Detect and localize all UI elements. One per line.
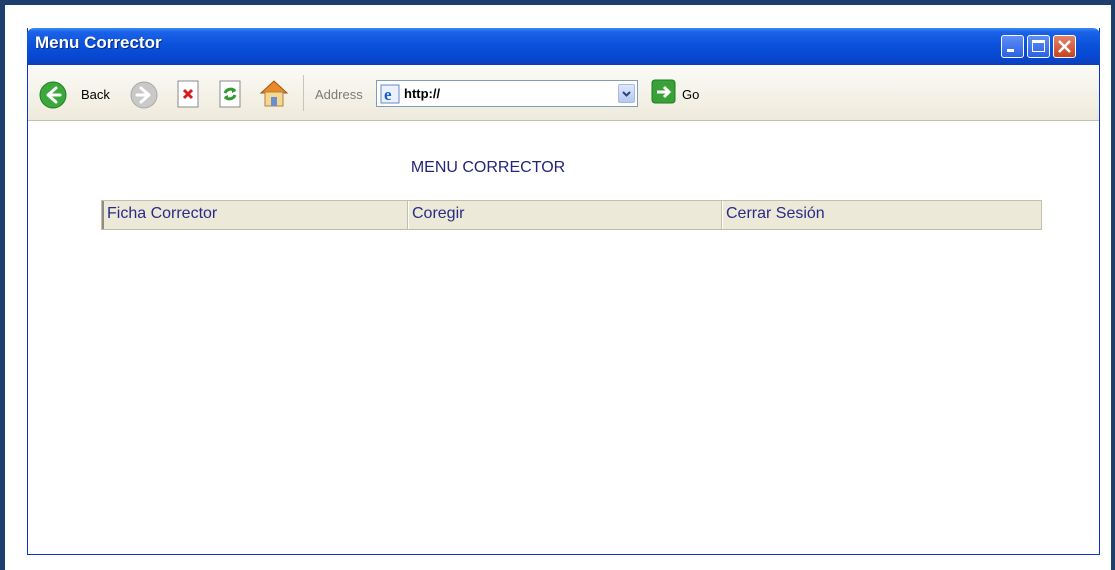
menu-bar: Ficha Corrector Coregir Cerrar Sesión [101,200,1042,230]
menu-item-cerrar-sesion[interactable]: Cerrar Sesión [722,201,1041,229]
svg-text:e: e [384,85,392,104]
window-title: Menu Corrector [35,33,162,52]
ie-page-icon: e [380,84,400,104]
address-label: Address [315,87,363,102]
address-dropdown-button[interactable] [618,84,635,103]
address-input[interactable]: e http:// [376,80,638,107]
close-icon [1058,40,1071,53]
go-arrow-icon[interactable] [651,79,677,105]
close-button[interactable] [1053,35,1076,58]
go-label[interactable]: Go [682,87,699,102]
minimize-icon [1007,49,1014,52]
home-icon[interactable] [257,76,291,110]
browser-window: Menu Corrector Back Address e http:// Go… [27,28,1100,555]
browser-toolbar: Back Address e http:// Go [28,65,1099,121]
maximize-button[interactable] [1027,35,1050,58]
menu-item-coregir[interactable]: Coregir [408,201,722,229]
address-value: http:// [404,86,441,101]
back-label[interactable]: Back [81,87,110,102]
maximize-icon [1032,40,1045,52]
minimize-button[interactable] [1001,35,1024,58]
toolbar-separator [303,75,304,111]
page-heading: MENU CORRECTOR [410,159,566,176]
stop-icon[interactable] [175,79,203,109]
menu-item-ficha-corrector[interactable]: Ficha Corrector [102,201,408,229]
page-content: MENU CORRECTOR Ficha Corrector Coregir C… [28,121,1099,554]
title-bar[interactable]: Menu Corrector [27,28,1100,65]
back-arrow-icon[interactable] [38,80,68,110]
chevron-down-icon [622,91,631,97]
forward-arrow-icon[interactable] [129,80,159,110]
refresh-icon[interactable] [217,79,245,109]
